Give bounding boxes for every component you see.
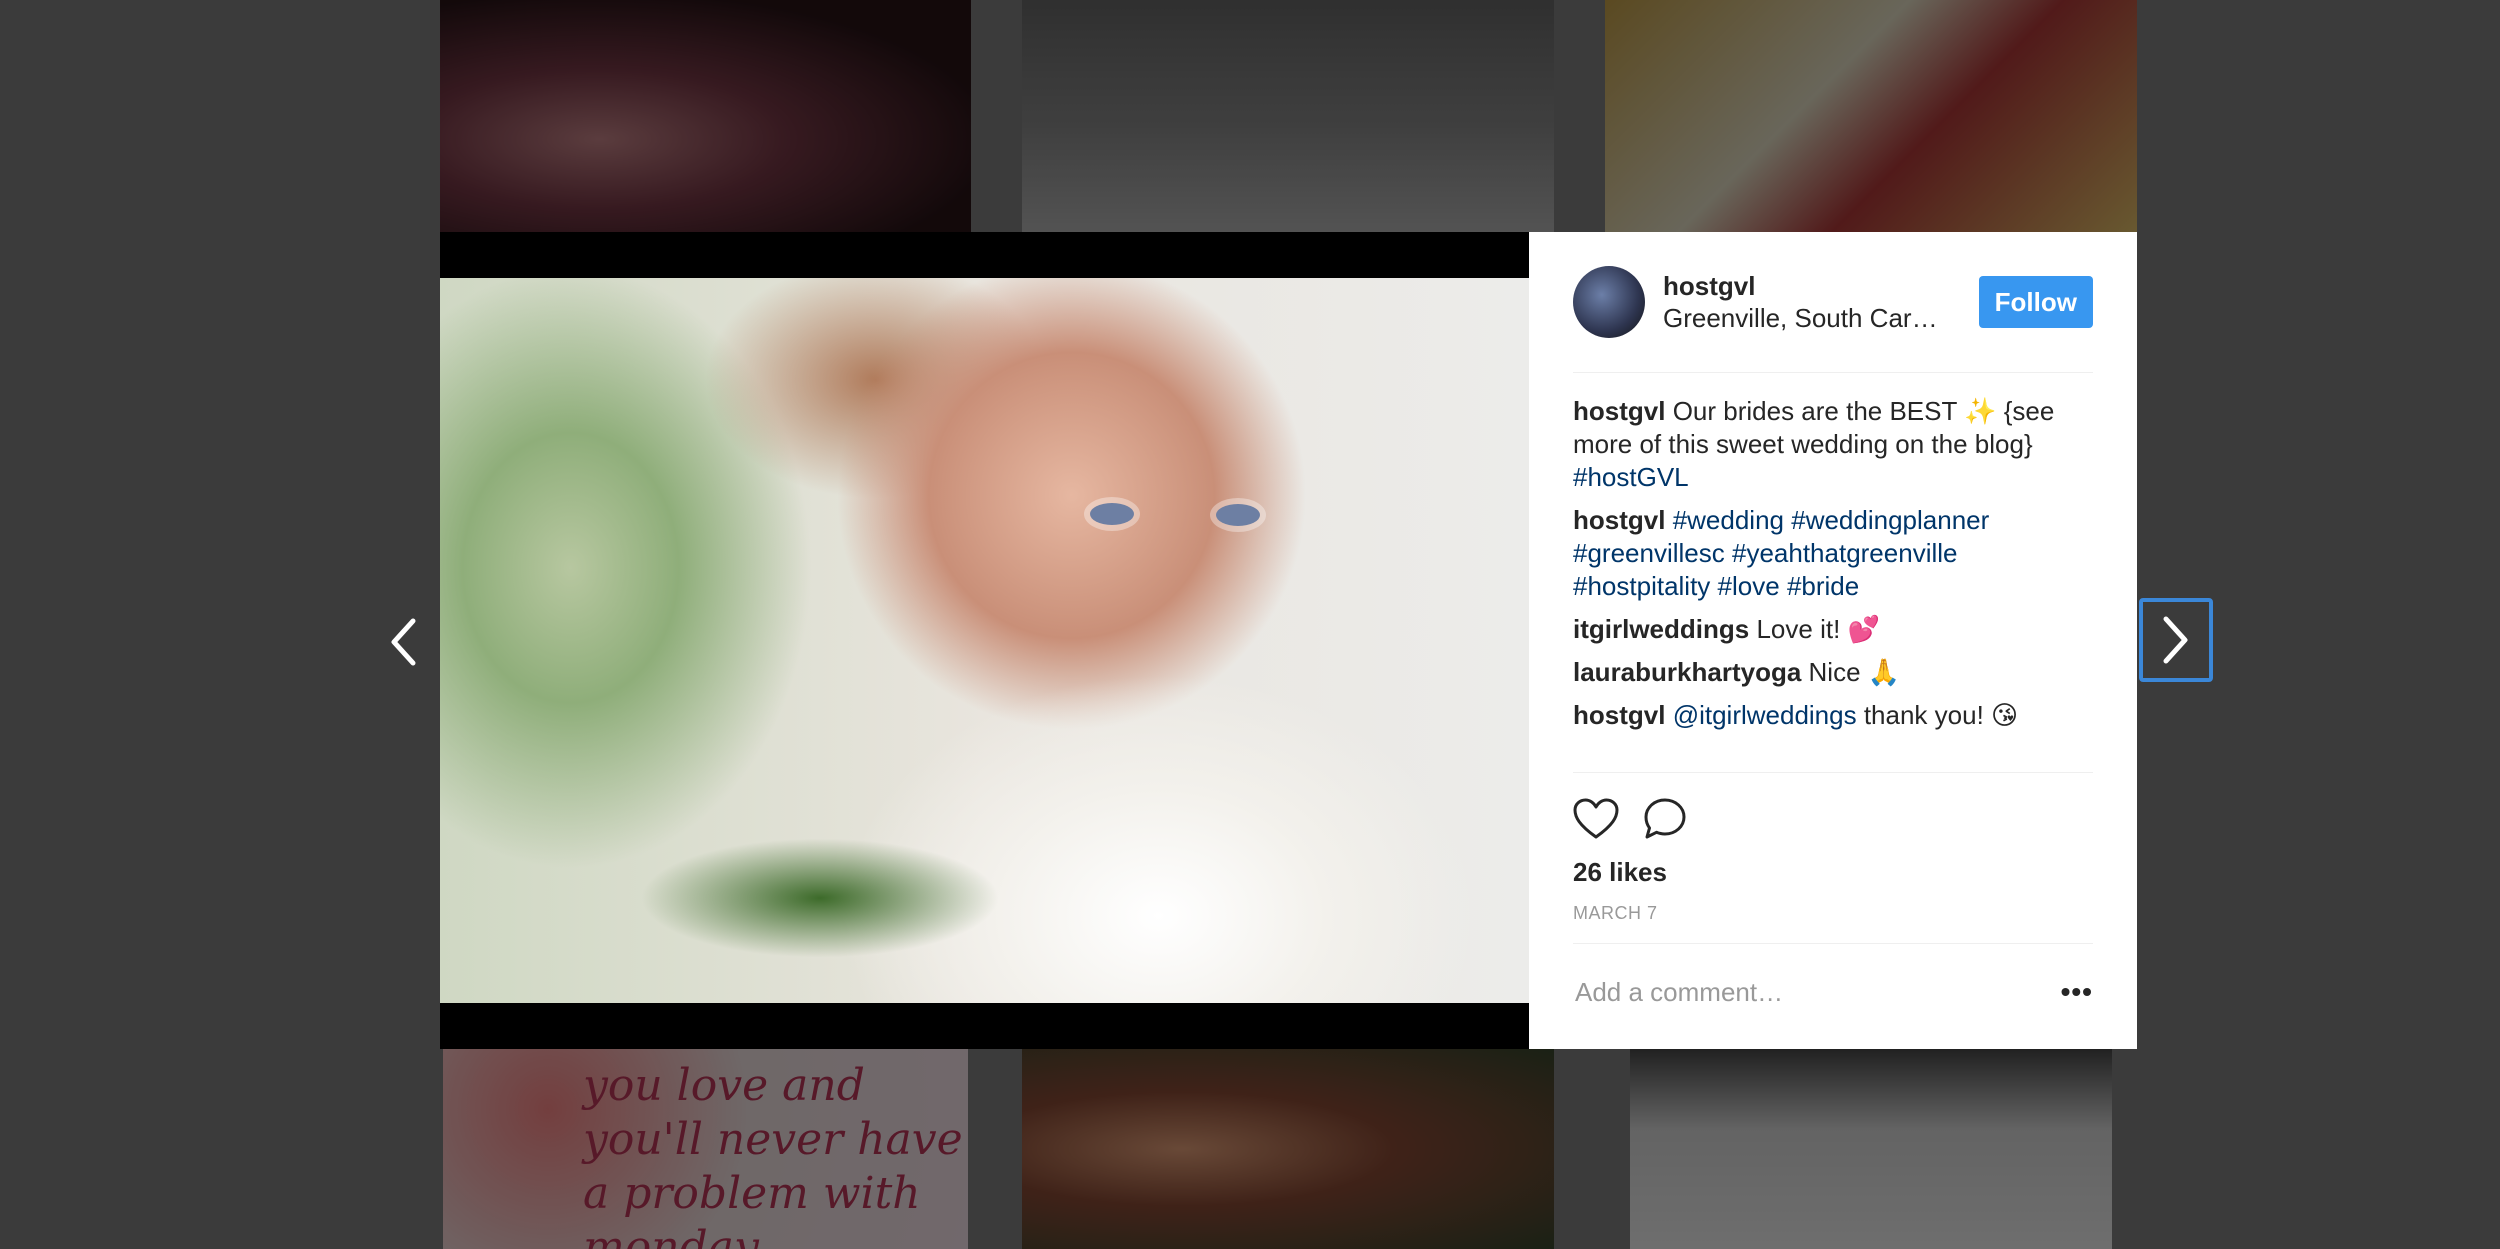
comment-input[interactable] — [1573, 975, 2037, 1009]
grid-thumbnail — [440, 0, 971, 232]
post-media — [440, 232, 1529, 1049]
post-modal: hostgvl Greenville, South Carolina Follo… — [440, 232, 2137, 1049]
comments-list: hostgvl Our brides are the BEST ✨ {see m… — [1573, 373, 2093, 773]
photo-detail — [1090, 503, 1134, 525]
hashtag-link[interactable]: #love — [1718, 571, 1780, 601]
hashtag-link[interactable]: #bride — [1787, 571, 1859, 601]
hashtag-link[interactable]: #hostGVL — [1573, 462, 1689, 492]
comment-author-link[interactable]: itgirlweddings — [1573, 614, 1749, 644]
next-post-button[interactable] — [2139, 598, 2213, 682]
comment: hostgvl #wedding #weddingplanner #greenv… — [1573, 504, 2093, 603]
likes-count[interactable]: 26 likes — [1573, 855, 2093, 889]
hashtag-link[interactable]: #weddingplanner — [1791, 505, 1989, 535]
more-options-button[interactable]: ••• — [2061, 976, 2093, 1008]
comment-author-link[interactable]: hostgvl — [1573, 396, 1665, 426]
photo-detail — [640, 838, 1000, 958]
comment-text — [1710, 571, 1717, 601]
header-text: hostgvl Greenville, South Carolina — [1663, 270, 1979, 334]
grid-thumbnail: you love and you'll never have a problem… — [443, 1049, 968, 1249]
grid-thumbnail — [1022, 0, 1554, 232]
post-details-panel: hostgvl Greenville, South Carolina Follo… — [1529, 232, 2137, 1049]
photo-detail — [1216, 504, 1260, 526]
comment-text — [1780, 571, 1787, 601]
comment-button[interactable] — [1643, 797, 1687, 841]
speech-bubble-icon — [1644, 798, 1686, 839]
like-button[interactable] — [1573, 798, 1619, 840]
comment-author-link[interactable]: lauraburkhartyoga — [1573, 657, 1801, 687]
avatar[interactable] — [1573, 266, 1645, 338]
action-bar — [1573, 773, 2093, 847]
previous-post-button[interactable] — [378, 600, 428, 684]
hashtag-link[interactable]: #hostpitality — [1573, 571, 1710, 601]
hashtag-link[interactable]: #yeahthatgreenville — [1732, 538, 1958, 568]
username-link[interactable]: hostgvl — [1663, 270, 1979, 302]
grid-thumbnail — [1605, 0, 2137, 232]
hashtag-link[interactable]: #greenvillesc — [1573, 538, 1725, 568]
grid-thumbnail — [1022, 1049, 1554, 1249]
comment: itgirlweddings Love it! 💕 — [1573, 613, 2093, 646]
chevron-right-icon — [2163, 616, 2188, 664]
comment-text — [1725, 538, 1732, 568]
grid-thumbnail — [1630, 1049, 2112, 1249]
hashtag-link[interactable]: #wedding — [1673, 505, 1784, 535]
comment-text: Nice 🙏 — [1808, 657, 1901, 687]
comment: hostgvl Our brides are the BEST ✨ {see m… — [1573, 395, 2093, 494]
thumbnail-lettering: you love and you'll never have a problem… — [583, 1060, 963, 1249]
comment: hostgvl @itgirlweddings thank you! 😘 — [1573, 699, 2093, 732]
comment-text: thank you! 😘 — [1856, 700, 2019, 730]
comment-text: Love it! 💕 — [1756, 614, 1880, 644]
chevron-left-icon — [391, 618, 416, 666]
comment: lauraburkhartyoga Nice 🙏 — [1573, 656, 2093, 689]
comment-author-link[interactable]: hostgvl — [1573, 700, 1665, 730]
hashtag-link[interactable]: @itgirlweddings — [1673, 700, 1857, 730]
follow-button[interactable]: Follow — [1978, 276, 2093, 328]
post-header: hostgvl Greenville, South Carolina Follo… — [1573, 232, 2093, 373]
add-comment-bar: ••• — [1573, 944, 2093, 1040]
location-link[interactable]: Greenville, South Carolina — [1663, 302, 1943, 334]
post-photo[interactable] — [440, 278, 1529, 1003]
heart-icon — [1573, 798, 1619, 839]
post-date[interactable]: MARCH 7 — [1573, 903, 2093, 944]
comment-author-link[interactable]: hostgvl — [1573, 505, 1665, 535]
